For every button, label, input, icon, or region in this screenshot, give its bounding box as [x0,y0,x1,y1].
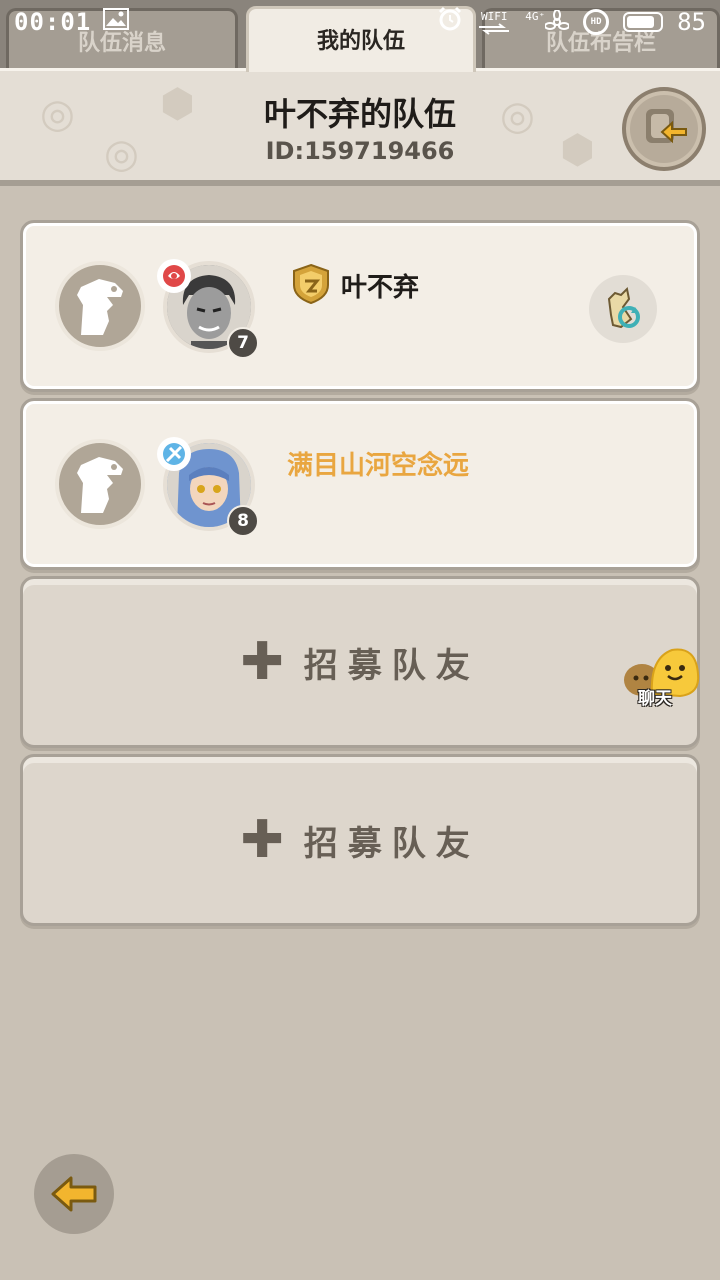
battery-percent: 85 [677,8,706,36]
plus-icon: ✚ [240,632,284,692]
clock: 00:01 [14,8,92,36]
page-title: 叶不弃的队伍 [263,95,456,133]
exit-team-button[interactable] [622,87,706,171]
team-header: ◎ ⬢ ◎ ◎ ⬢ 叶不弃的队伍 ID:159719466 [0,68,720,186]
recruit-slot[interactable]: ✚ 招募队友 [20,576,700,748]
back-arrow-icon [51,1176,97,1212]
alarm-icon [437,6,463,38]
class-ice-icon [157,437,191,471]
leader-shield-icon [291,263,331,305]
mobile-data-icon: 4G⁺ [525,10,570,34]
back-button[interactable] [34,1154,114,1234]
recruit-slot[interactable]: ✚ 招募队友 [20,754,700,926]
recruit-button[interactable]: ✚ 招募队友 [23,579,697,745]
battery-icon [623,12,664,32]
level-badge: 7 [227,327,259,359]
pet-slot[interactable] [55,439,145,529]
recruit-button[interactable]: ✚ 招募队友 [23,757,697,923]
recruit-label: 招募队友 [303,645,480,686]
member-name: 满目山河空念远 [287,451,470,481]
recruit-label: 招募队友 [303,823,480,864]
chat-button[interactable]: 聊天 [620,644,710,714]
swap-position-button[interactable] [589,275,657,343]
chat-label: 聊天 [638,689,672,709]
level-badge: 8 [227,505,259,537]
dinosaur-placeholder-icon [77,457,123,513]
wifi-icon: WIFI [477,10,511,35]
exit-team-icon [640,103,688,155]
pet-slot[interactable] [55,261,145,351]
battery-level [627,16,655,28]
member-card[interactable]: 7 叶不弃 [20,220,700,392]
swap-position-icon [607,286,640,329]
member-name: 叶不弃 [341,273,420,303]
dinosaur-placeholder-icon [77,279,123,335]
gallery-icon [103,8,130,36]
hd-icon: HD [583,9,610,35]
status-bar: 00:01 WIFI 4G⁺ HD 85 [0,0,720,44]
member-card[interactable]: 8 满目山河空念远 [20,398,700,570]
class-fire-icon [157,259,191,293]
team-id: ID:159719466 [265,137,455,165]
plus-icon: ✚ [240,810,284,870]
